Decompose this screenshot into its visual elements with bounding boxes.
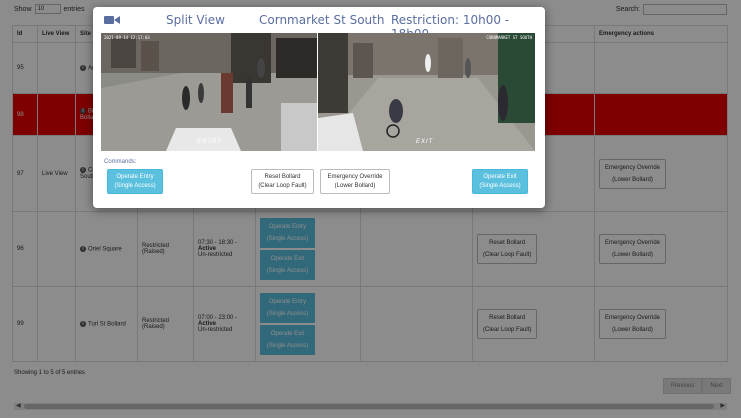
button-sublabel: (Single Access): [479, 183, 521, 189]
button-label: Operate Entry: [116, 174, 154, 180]
emergency-override-button[interactable]: Emergency Override (Lower Bollard): [320, 169, 390, 194]
reset-bollard-button[interactable]: Reset Bollard (Clear Loop Fault): [251, 169, 314, 194]
modal-header: Split View Cornmarket St South Restricti…: [93, 7, 545, 41]
button-sublabel: (Clear Loop Fault): [258, 183, 307, 189]
operate-entry-button[interactable]: Operate Entry (Single Access): [107, 169, 163, 194]
button-sublabel: (Single Access): [114, 183, 156, 189]
modal-title-view: Split View: [166, 13, 225, 27]
feed-label-exit: EXIT: [416, 139, 434, 145]
feed-timestamp: 2021-09-14 12:17:03: [104, 35, 150, 40]
operate-exit-button[interactable]: Operate Exit (Single Access): [472, 169, 528, 194]
button-label: Operate Exit: [483, 174, 517, 180]
button-label: Reset Bollard: [264, 174, 301, 180]
video-camera-icon: [104, 16, 120, 24]
feed-label-entry: ENTRY: [197, 139, 223, 145]
button-label: Emergency Override: [327, 174, 383, 180]
split-view-modal: Split View Cornmarket St South Restricti…: [93, 7, 545, 208]
camera-feed-entry: 2021-09-14 12:17:03 ENTRY: [101, 33, 317, 151]
button-sublabel: (Lower Bollard): [334, 183, 376, 189]
camera-feed-exit: CORNMARKET ST SOUTH EXIT: [318, 33, 535, 151]
commands-label: Commands:: [104, 159, 137, 165]
feed-timestamp: CORNMARKET ST SOUTH: [486, 35, 532, 40]
modal-title-site: Cornmarket St South: [259, 13, 385, 27]
